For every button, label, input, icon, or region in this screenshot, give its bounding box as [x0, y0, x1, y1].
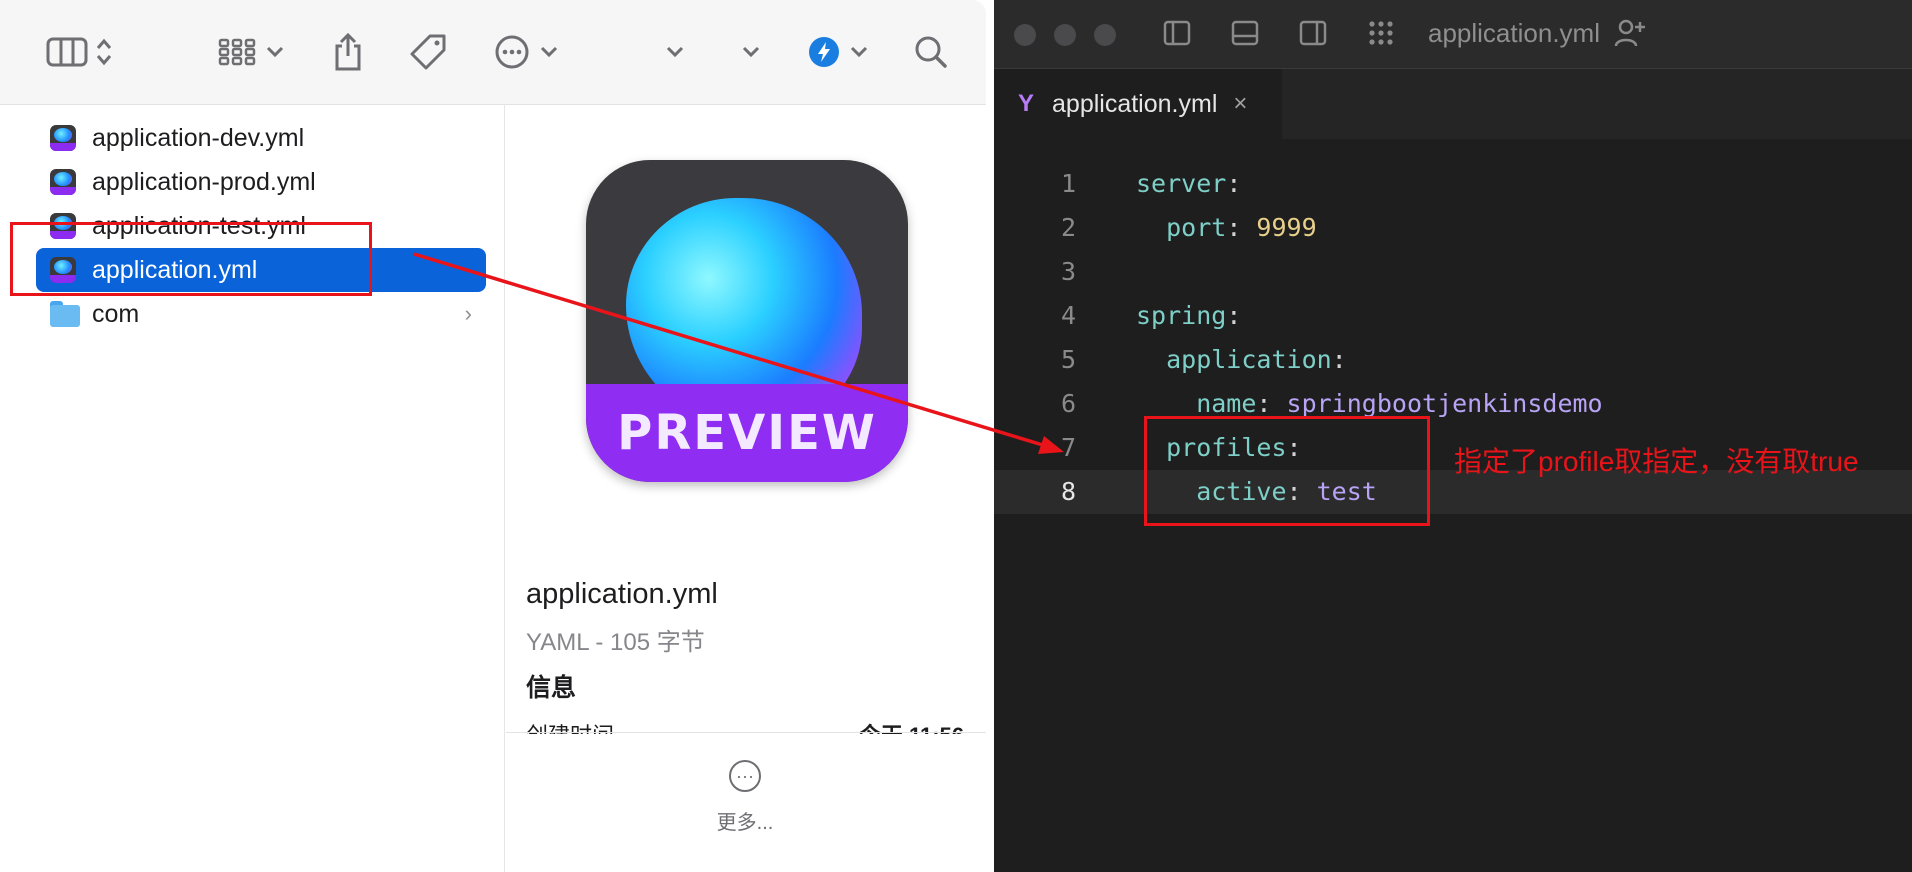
code-line-6: 6 name: springbootjenkinsdemo — [994, 382, 1912, 426]
toggle-secondary-sidebar-button[interactable] — [1298, 18, 1328, 53]
tab-label: application.yml — [1052, 89, 1218, 118]
file-row-application-dev[interactable]: application-dev.yml — [36, 116, 486, 160]
toggle-sidebar-button[interactable] — [1162, 18, 1192, 53]
dots-grid-icon — [1369, 21, 1393, 45]
file-name: application-prod.yml — [92, 167, 316, 196]
line-number: 6 — [1060, 389, 1076, 418]
editor-window: application.yml Y application.yml × 1 se… — [994, 0, 1912, 872]
finder-toolbar — [0, 0, 986, 105]
sidebar-left-icon — [1163, 20, 1191, 46]
yaml-file-icon: Y — [1018, 90, 1035, 117]
dropdown-button-1[interactable] — [666, 30, 684, 74]
chevron-right-icon: › — [464, 301, 472, 326]
finder-window: application-dev.yml application-prod.yml… — [0, 0, 986, 872]
tab-application-yml[interactable]: Y application.yml × — [994, 69, 1282, 139]
folder-name: com — [92, 299, 140, 328]
code-line-5: 5 application: — [994, 338, 1912, 382]
line-number: 5 — [1060, 345, 1076, 374]
sidebar-right-icon — [1299, 20, 1327, 46]
chevron-down-icon — [540, 46, 558, 58]
yaml-key: server — [1136, 169, 1227, 198]
grid-group-icon — [218, 37, 256, 67]
tags-button[interactable] — [408, 30, 448, 74]
add-person-icon — [1614, 19, 1645, 47]
chevron-down-icon — [666, 46, 684, 58]
chevron-down-icon — [850, 46, 868, 58]
chevron-down-icon — [742, 46, 760, 58]
group-by-button[interactable] — [218, 30, 284, 74]
minimize-window-button[interactable] — [1054, 24, 1076, 46]
annotation-box-profiles — [1144, 416, 1430, 526]
file-row-application-prod[interactable]: application-prod.yml — [36, 160, 486, 204]
yaml-colon: : — [1226, 169, 1242, 198]
annotation-box-file — [10, 222, 372, 296]
editor-tab-bar: Y application.yml × — [994, 69, 1912, 139]
more-label: 更多... — [716, 812, 774, 834]
lightning-bolt-icon — [808, 36, 840, 68]
chevron-down-icon — [266, 46, 284, 58]
more-button[interactable]: ··· 更多... — [706, 760, 784, 850]
line-number: 7 — [1060, 433, 1076, 462]
code-line-2: 2 port: 9999 — [994, 206, 1912, 250]
line-number: 8 — [1060, 477, 1076, 506]
yaml-key: name — [1136, 389, 1257, 418]
ellipsis-circle-icon — [494, 34, 530, 70]
preview-file-kind: YAML - 105 字节 — [526, 629, 705, 656]
dropdown-button-2[interactable] — [742, 30, 760, 74]
yaml-colon: : — [1331, 345, 1347, 374]
file-name: application-dev.yml — [92, 123, 305, 152]
panel-bottom-icon — [1231, 20, 1259, 46]
columns-view-icon — [46, 36, 88, 68]
preview-icon-label: PREVIEW — [617, 405, 877, 461]
line-number: 4 — [1060, 301, 1076, 330]
line-number: 2 — [1060, 213, 1076, 242]
ellipsis-circle-icon: ··· — [729, 760, 761, 792]
yaml-key: spring — [1136, 301, 1227, 330]
preview-separator — [506, 732, 986, 733]
preview-file-icon — [50, 169, 76, 195]
annotation-text: 指定了profile取指定，没有取true — [1454, 446, 1859, 477]
line-number: 1 — [1060, 169, 1076, 198]
yaml-colon: : — [1226, 301, 1242, 330]
line-number: 3 — [1060, 257, 1076, 286]
yaml-key: application — [1136, 345, 1332, 374]
pane-divider — [504, 104, 505, 872]
tag-icon — [408, 32, 448, 72]
yaml-colon: : — [1256, 389, 1287, 418]
search-button[interactable] — [914, 30, 948, 74]
yaml-colon: : — [1226, 213, 1257, 242]
search-icon — [914, 35, 948, 69]
toggle-panel-button[interactable] — [1230, 18, 1260, 53]
share-icon — [332, 32, 364, 72]
invite-collaborator-button[interactable] — [1614, 18, 1646, 53]
up-down-chevron-icon — [96, 37, 112, 67]
quick-action-button[interactable] — [808, 30, 868, 74]
layout-grid-button[interactable] — [1366, 18, 1396, 53]
preview-app-icon: PREVIEW — [586, 160, 908, 482]
code-line-3: 3 — [994, 250, 1912, 294]
close-icon[interactable]: × — [1233, 90, 1247, 118]
view-columns-button[interactable] — [46, 30, 112, 74]
zoom-window-button[interactable] — [1094, 24, 1116, 46]
yaml-value: springbootjenkinsdemo — [1286, 389, 1603, 418]
code-line-1: 1 server: — [994, 162, 1912, 206]
close-window-button[interactable] — [1014, 24, 1036, 46]
yaml-value: 9999 — [1256, 213, 1317, 242]
folder-icon — [50, 301, 80, 327]
info-heading: 信息 — [526, 674, 577, 702]
code-line-4: 4 spring: — [994, 294, 1912, 338]
preview-file-icon — [50, 125, 76, 151]
more-actions-button[interactable] — [494, 30, 558, 74]
preview-file-name: application.yml — [526, 578, 718, 610]
yaml-key: port — [1136, 213, 1227, 242]
editor-title: application.yml — [1428, 18, 1600, 48]
folder-row-com[interactable]: com › — [36, 292, 486, 336]
editor-titlebar: application.yml — [994, 0, 1912, 69]
share-button[interactable] — [332, 30, 364, 74]
